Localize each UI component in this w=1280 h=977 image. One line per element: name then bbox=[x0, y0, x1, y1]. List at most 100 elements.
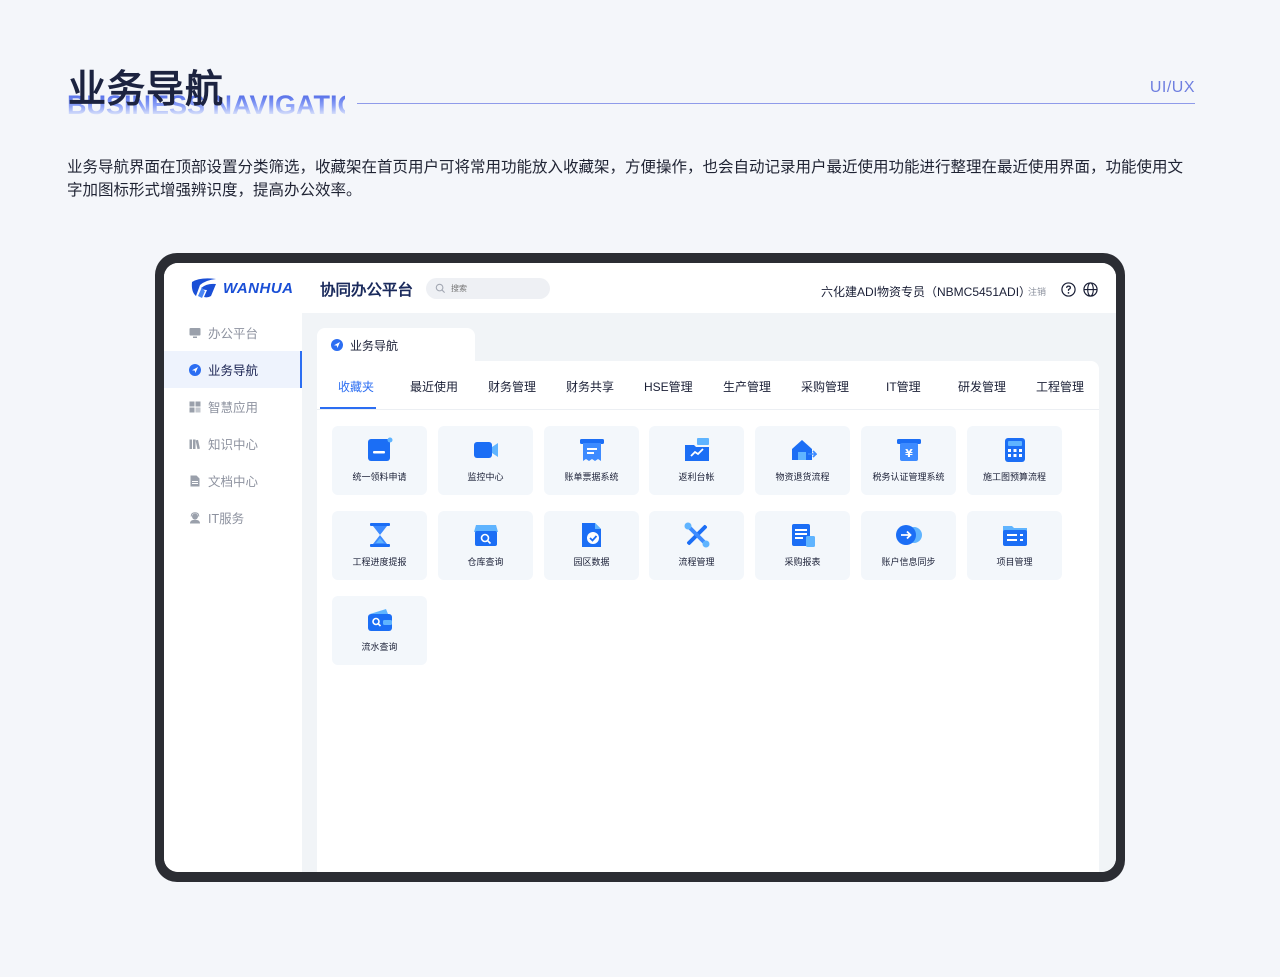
sidebar-item-it-service[interactable]: IT服务 bbox=[164, 499, 302, 536]
headset-icon bbox=[190, 511, 200, 523]
user-name: 六化建ADI物资专员（NBMC5451ADI） bbox=[821, 285, 1032, 299]
category-tabs: 收藏夹 最近使用 财务管理 财务共享 HSE管理 生产管理 采购管理 IT管理 … bbox=[317, 361, 1099, 410]
tile-construction-budget[interactable]: 施工图预算流程 bbox=[967, 426, 1062, 495]
project-folder-icon bbox=[1002, 526, 1027, 546]
sidebar-item-documents[interactable]: 文档中心 bbox=[164, 462, 302, 499]
sidebar-item-label: 业务导航 bbox=[208, 364, 259, 378]
category-tab-recent[interactable]: 最近使用 bbox=[410, 378, 458, 395]
calculator-icon bbox=[1004, 438, 1025, 462]
monitor-icon bbox=[189, 327, 201, 338]
sidebar: 办公平台 业务导航 智慧应用 知识中心 文档中心 IT服务 bbox=[164, 313, 302, 872]
header-divider bbox=[357, 103, 1195, 104]
tile-warehouse-query[interactable]: 仓库查询 bbox=[438, 511, 533, 580]
navigation-icon bbox=[189, 363, 201, 376]
search-input[interactable] bbox=[451, 284, 541, 293]
sidebar-item-knowledge[interactable]: 知识中心 bbox=[164, 425, 302, 462]
tile-label: 流水查询 bbox=[361, 642, 398, 652]
sidebar-item-smart-apps[interactable]: 智慧应用 bbox=[164, 388, 302, 425]
top-bar: WANHUA 协同办公平台 六化建ADI物资专员（NBMC5451ADI） 注销 bbox=[164, 263, 1116, 313]
navigation-panel: 收藏夹 最近使用 财务管理 财务共享 HSE管理 生产管理 采购管理 IT管理 … bbox=[317, 361, 1099, 872]
tile-label: 统一领料申请 bbox=[352, 472, 407, 482]
tile-label: 施工图预算流程 bbox=[982, 472, 1046, 482]
platform-title: 协同办公平台 bbox=[320, 282, 414, 299]
tile-label: 账户信息同步 bbox=[881, 557, 936, 567]
wanhua-logo[interactable]: WANHUA bbox=[190, 276, 294, 300]
receipt-icon bbox=[579, 439, 604, 461]
tile-transaction-query[interactable]: 流水查询 bbox=[332, 596, 427, 665]
tile-account-sync[interactable]: 账户信息同步 bbox=[861, 511, 956, 580]
purchase-report-icon bbox=[791, 524, 815, 547]
tile-purchase-report[interactable]: 采购报表 bbox=[755, 511, 850, 580]
sidebar-item-navigation[interactable]: 业务导航 bbox=[164, 351, 302, 388]
section-title: 业务导航 bbox=[68, 69, 225, 111]
sidebar-item-label: 文档中心 bbox=[208, 475, 259, 489]
hourglass-icon bbox=[369, 523, 390, 547]
logo-text: WANHUA bbox=[223, 279, 294, 297]
wallet-search-icon bbox=[367, 609, 392, 631]
tools-icon bbox=[684, 522, 709, 548]
tile-label: 监控中心 bbox=[467, 472, 504, 482]
wanhua-logo-icon bbox=[191, 278, 216, 298]
camera-icon bbox=[473, 442, 498, 458]
category-tab-rnd[interactable]: 研发管理 bbox=[958, 378, 1006, 395]
tile-park-data[interactable]: 园区数据 bbox=[544, 511, 639, 580]
active-tab-indicator bbox=[320, 407, 376, 409]
document-icon bbox=[190, 475, 200, 486]
category-tab-purchasing[interactable]: 采购管理 bbox=[801, 378, 849, 395]
logout-link[interactable]: 注销 bbox=[1028, 285, 1046, 298]
tile-monitoring-center[interactable]: 监控中心 bbox=[438, 426, 533, 495]
tile-bill-receipt-system[interactable]: 账单票据系统 bbox=[544, 426, 639, 495]
help-icon[interactable] bbox=[1061, 282, 1076, 297]
sidebar-item-label: 办公平台 bbox=[208, 327, 259, 341]
tile-goods-return[interactable]: 物资退货流程 bbox=[755, 426, 850, 495]
svg-text:¥: ¥ bbox=[905, 447, 913, 460]
tile-label: 流程管理 bbox=[678, 557, 715, 567]
category-tab-production[interactable]: 生产管理 bbox=[723, 378, 771, 395]
apps-grid-icon bbox=[189, 401, 201, 412]
sidebar-item-label: 智慧应用 bbox=[208, 401, 259, 415]
navigation-icon bbox=[331, 339, 343, 351]
globe-icon[interactable] bbox=[1083, 282, 1098, 297]
tile-label: 园区数据 bbox=[573, 557, 610, 567]
tile-label: 仓库查询 bbox=[467, 557, 504, 567]
rebate-folder-icon bbox=[684, 438, 709, 461]
tile-label: 账单票据系统 bbox=[564, 472, 619, 482]
tile-rebate-ledger[interactable]: 返利台帐 bbox=[649, 426, 744, 495]
account-sync-icon bbox=[895, 525, 922, 545]
category-tab-favorites[interactable]: 收藏夹 bbox=[338, 378, 374, 395]
tablet-frame: WANHUA 协同办公平台 六化建ADI物资专员（NBMC5451ADI） 注销… bbox=[155, 253, 1125, 882]
category-tab-finance-share[interactable]: 财务共享 bbox=[566, 378, 614, 395]
sidebar-item-label: 知识中心 bbox=[208, 438, 259, 452]
tile-label: 物资退货流程 bbox=[775, 472, 830, 482]
tile-label: 税务认证管理系统 bbox=[872, 472, 945, 482]
tile-label: 采购报表 bbox=[784, 557, 821, 567]
tab-business-navigation[interactable]: 业务导航 bbox=[317, 328, 475, 362]
ui-ux-tag: UI/UX bbox=[1149, 79, 1195, 96]
sidebar-item-label: IT服务 bbox=[208, 512, 245, 526]
return-goods-icon bbox=[791, 440, 817, 460]
tile-project-progress[interactable]: 工程进度提报 bbox=[332, 511, 427, 580]
requisition-icon bbox=[367, 437, 392, 461]
tab-label: 业务导航 bbox=[350, 338, 399, 353]
park-data-icon bbox=[581, 523, 601, 547]
warehouse-search-icon bbox=[473, 525, 498, 546]
tile-project-management[interactable]: 项目管理 bbox=[967, 511, 1062, 580]
category-tab-finance[interactable]: 财务管理 bbox=[488, 378, 536, 395]
tile-label: 工程进度提报 bbox=[352, 557, 407, 567]
books-icon bbox=[189, 439, 200, 449]
category-tab-it[interactable]: IT管理 bbox=[886, 378, 921, 395]
search-box[interactable] bbox=[426, 278, 550, 299]
category-tab-engineering[interactable]: 工程管理 bbox=[1036, 378, 1084, 395]
app-screen: WANHUA 协同办公平台 六化建ADI物资专员（NBMC5451ADI） 注销… bbox=[164, 263, 1116, 872]
tile-process-management[interactable]: 流程管理 bbox=[649, 511, 744, 580]
content-area: 业务导航 收藏夹 最近使用 财务管理 财务共享 HSE管理 生产管理 采购管理 … bbox=[302, 313, 1116, 872]
tile-label: 返利台帐 bbox=[678, 472, 715, 482]
section-description: 业务导航界面在顶部设置分类筛选，收藏架在首页用户可将常用功能放入收藏架，方便操作… bbox=[67, 159, 1184, 199]
tile-label: 项目管理 bbox=[996, 557, 1033, 567]
sidebar-item-office[interactable]: 办公平台 bbox=[164, 314, 302, 351]
tile-material-requisition[interactable]: 统一领料申请 bbox=[332, 426, 427, 495]
search-icon bbox=[435, 283, 446, 294]
tile-tax-certification[interactable]: ¥ 税务认证管理系统 bbox=[861, 426, 956, 495]
tax-yen-icon: ¥ bbox=[896, 439, 921, 461]
category-tab-hse[interactable]: HSE管理 bbox=[644, 378, 693, 395]
